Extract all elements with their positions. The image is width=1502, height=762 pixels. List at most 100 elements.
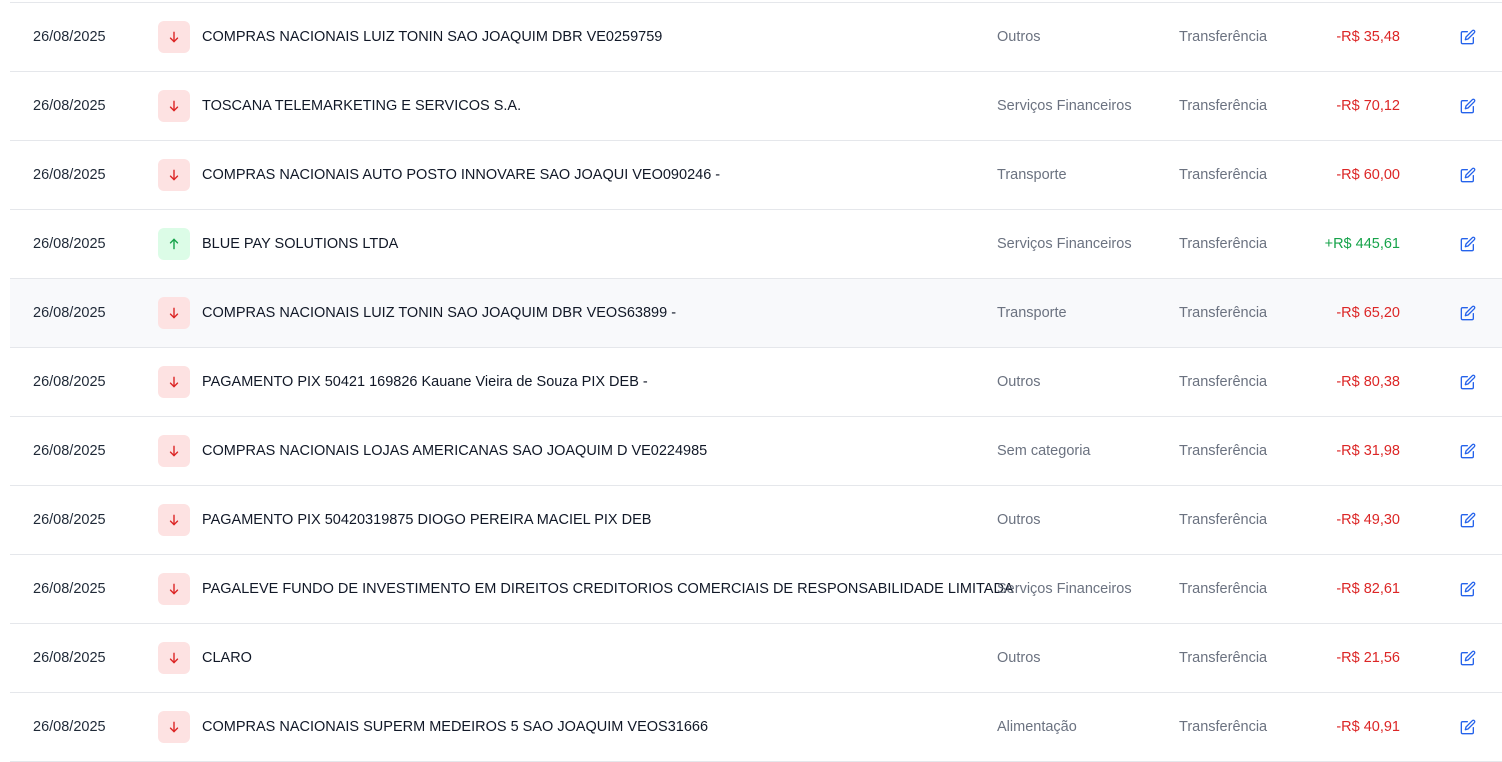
edit-icon[interactable] <box>1457 233 1479 255</box>
transaction-amount: -R$ 49,30 <box>1336 512 1400 528</box>
transaction-date: 26/08/2025 <box>33 98 106 114</box>
transaction-date: 26/08/2025 <box>33 443 106 459</box>
direction-indicator <box>158 624 190 692</box>
edit-button[interactable] <box>1457 624 1479 692</box>
direction-indicator <box>158 555 190 623</box>
edit-icon[interactable] <box>1457 164 1479 186</box>
edit-button[interactable] <box>1457 348 1479 416</box>
transaction-row[interactable]: 26/08/2025 PAGALEVE FUNDO DE INVESTIMENT… <box>10 555 1502 624</box>
edit-icon[interactable] <box>1457 509 1479 531</box>
transaction-date: 26/08/2025 <box>33 236 106 252</box>
arrow-down-icon <box>158 21 190 53</box>
transaction-amount: -R$ 65,20 <box>1336 305 1400 321</box>
edit-button[interactable] <box>1457 279 1479 347</box>
transaction-description: CLARO <box>202 650 252 666</box>
arrow-down-icon <box>158 435 190 467</box>
transaction-amount: -R$ 40,91 <box>1336 719 1400 735</box>
arrow-down-icon <box>158 711 190 743</box>
transaction-category: Outros <box>997 650 1041 666</box>
transaction-row[interactable]: 26/08/2025 BLUE PAY SOLUTIONS LTDA Servi… <box>10 210 1502 279</box>
transaction-row[interactable]: 26/08/2025 COMPRAS NACIONAIS LOJAS AMERI… <box>10 417 1502 486</box>
transaction-description: PAGAMENTO PIX 50421 169826 Kauane Vieira… <box>202 374 648 390</box>
arrow-down-icon <box>158 504 190 536</box>
edit-icon[interactable] <box>1457 26 1479 48</box>
arrow-down-icon <box>158 366 190 398</box>
transaction-type: Transferência <box>1179 29 1268 45</box>
edit-icon[interactable] <box>1457 371 1479 393</box>
transaction-description: BLUE PAY SOLUTIONS LTDA <box>202 236 399 252</box>
transaction-description: COMPRAS NACIONAIS AUTO POSTO INNOVARE SA… <box>202 167 721 183</box>
transaction-row[interactable]: 26/08/2025 CLARO Outros Transferência -R… <box>10 624 1502 693</box>
arrow-down-icon <box>158 297 190 329</box>
transaction-type: Transferência <box>1179 512 1268 528</box>
transaction-date: 26/08/2025 <box>33 512 106 528</box>
transaction-type: Transferência <box>1179 305 1268 321</box>
transaction-description: PAGAMENTO PIX 50420319875 DIOGO PEREIRA … <box>202 512 652 528</box>
transaction-type: Transferência <box>1179 650 1268 666</box>
transaction-category: Outros <box>997 374 1041 390</box>
direction-indicator <box>158 279 190 347</box>
edit-button[interactable] <box>1457 693 1479 761</box>
transaction-row[interactable]: 26/08/2025 COMPRAS NACIONAIS SUPERM MEDE… <box>10 693 1502 762</box>
edit-button[interactable] <box>1457 72 1479 140</box>
transaction-date: 26/08/2025 <box>33 29 106 45</box>
edit-icon[interactable] <box>1457 302 1479 324</box>
transaction-amount: -R$ 35,48 <box>1336 29 1400 45</box>
transaction-description: TOSCANA TELEMARKETING E SERVICOS S.A. <box>202 98 522 114</box>
transaction-description: COMPRAS NACIONAIS LUIZ TONIN SAO JOAQUIM… <box>202 29 663 45</box>
direction-indicator <box>158 3 190 71</box>
transaction-type: Transferência <box>1179 98 1268 114</box>
transaction-category: Alimentação <box>997 719 1077 735</box>
direction-indicator <box>158 348 190 416</box>
transaction-amount: +R$ 445,61 <box>1324 236 1400 252</box>
transaction-amount: -R$ 31,98 <box>1336 443 1400 459</box>
transaction-description: COMPRAS NACIONAIS LOJAS AMERICANAS SAO J… <box>202 443 708 459</box>
edit-button[interactable] <box>1457 3 1479 71</box>
transaction-description: COMPRAS NACIONAIS LUIZ TONIN SAO JOAQUIM… <box>202 305 677 321</box>
edit-button[interactable] <box>1457 555 1479 623</box>
transaction-category: Serviços Financeiros <box>997 98 1132 114</box>
direction-indicator <box>158 72 190 140</box>
arrow-up-icon <box>158 228 190 260</box>
transaction-category: Serviços Financeiros <box>997 581 1132 597</box>
transaction-type: Transferência <box>1179 719 1268 735</box>
transaction-category: Transporte <box>997 167 1067 183</box>
transaction-row[interactable]: 26/08/2025 COMPRAS NACIONAIS LUIZ TONIN … <box>10 3 1502 72</box>
edit-icon[interactable] <box>1457 647 1479 669</box>
direction-indicator <box>158 693 190 761</box>
transaction-type: Transferência <box>1179 167 1268 183</box>
edit-button[interactable] <box>1457 417 1479 485</box>
direction-indicator <box>158 141 190 209</box>
edit-icon[interactable] <box>1457 716 1479 738</box>
transaction-date: 26/08/2025 <box>33 374 106 390</box>
transaction-category: Sem categoria <box>997 443 1091 459</box>
edit-icon[interactable] <box>1457 578 1479 600</box>
transaction-date: 26/08/2025 <box>33 167 106 183</box>
transaction-amount: -R$ 21,56 <box>1336 650 1400 666</box>
transaction-date: 26/08/2025 <box>33 305 106 321</box>
edit-icon[interactable] <box>1457 95 1479 117</box>
edit-icon[interactable] <box>1457 440 1479 462</box>
transaction-description: COMPRAS NACIONAIS SUPERM MEDEIROS 5 SAO … <box>202 719 709 735</box>
transaction-row[interactable]: 26/08/2025 COMPRAS NACIONAIS LUIZ TONIN … <box>10 279 1502 348</box>
arrow-down-icon <box>158 573 190 605</box>
transaction-row[interactable]: 26/08/2025 TOSCANA TELEMARKETING E SERVI… <box>10 72 1502 141</box>
edit-button[interactable] <box>1457 141 1479 209</box>
transaction-row[interactable]: 26/08/2025 COMPRAS NACIONAIS AUTO POSTO … <box>10 141 1502 210</box>
direction-indicator <box>158 417 190 485</box>
transaction-date: 26/08/2025 <box>33 719 106 735</box>
transaction-type: Transferência <box>1179 236 1268 252</box>
transaction-row[interactable]: 26/08/2025 PAGAMENTO PIX 50421 169826 Ka… <box>10 348 1502 417</box>
transaction-category: Transporte <box>997 305 1067 321</box>
edit-button[interactable] <box>1457 210 1479 278</box>
arrow-down-icon <box>158 159 190 191</box>
transaction-amount: -R$ 82,61 <box>1336 581 1400 597</box>
transaction-type: Transferência <box>1179 581 1268 597</box>
edit-button[interactable] <box>1457 486 1479 554</box>
transaction-row[interactable]: 26/08/2025 PAGAMENTO PIX 50420319875 DIO… <box>10 486 1502 555</box>
direction-indicator <box>158 486 190 554</box>
transaction-type: Transferência <box>1179 443 1268 459</box>
transaction-amount: -R$ 70,12 <box>1336 98 1400 114</box>
transaction-description: PAGALEVE FUNDO DE INVESTIMENTO EM DIREIT… <box>202 581 1014 597</box>
transaction-date: 26/08/2025 <box>33 650 106 666</box>
